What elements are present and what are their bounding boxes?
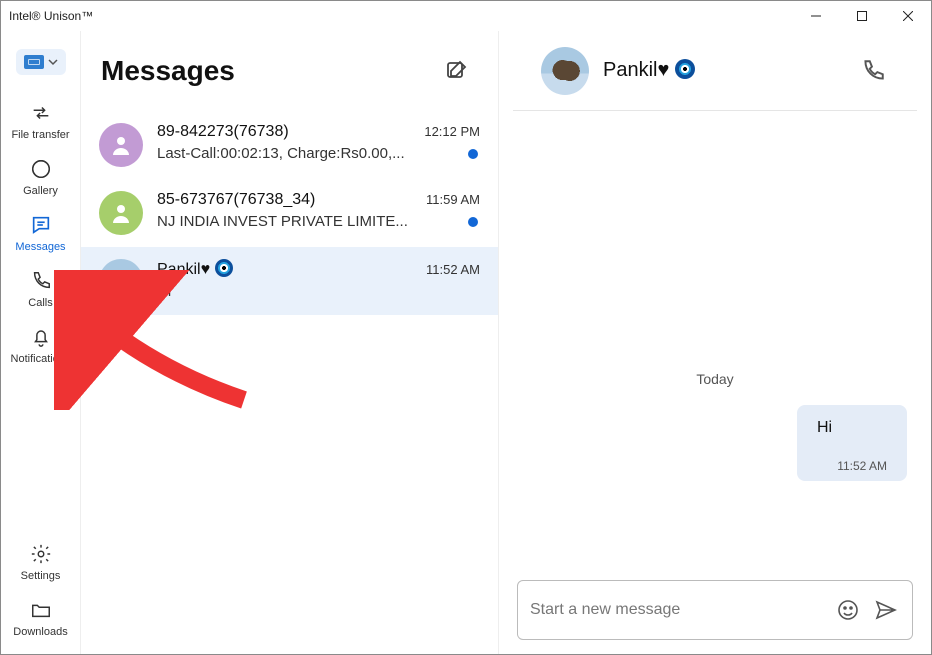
minimize-button[interactable] — [793, 1, 839, 31]
conversation-item[interactable]: 85-673767(76738_34) 11:59 AM NJ INDIA IN… — [81, 179, 498, 247]
sidebar: File transfer Gallery Messages Calls Not… — [1, 31, 81, 654]
sidebar-item-label: Settings — [21, 570, 61, 582]
sidebar-item-calls[interactable]: Calls — [6, 263, 76, 315]
send-button[interactable] — [872, 596, 900, 624]
chat-panel: Pankil♥ Today Hi 11:52 AM — [499, 31, 931, 654]
sidebar-item-label: File transfer — [11, 129, 69, 141]
chat-contact-name: Pankil♥ — [603, 59, 695, 82]
message-input[interactable] — [530, 601, 824, 619]
sidebar-item-label: Calls — [28, 297, 52, 309]
gallery-icon — [29, 157, 53, 181]
chevron-down-icon — [48, 57, 58, 67]
device-icon — [24, 55, 44, 69]
compose-button[interactable] — [442, 57, 470, 85]
message-text: Hi — [817, 419, 887, 437]
messages-panel: Messages 89-842273(76738) 12:12 PM Last-… — [81, 31, 499, 654]
sidebar-item-label: Downloads — [13, 626, 67, 638]
message-time: 11:52 AM — [817, 459, 887, 473]
conversation-item[interactable]: Pankil♥ 11:52 AM Hi — [81, 247, 498, 315]
messages-icon — [29, 213, 53, 237]
window-title: Intel® Unison™ — [9, 9, 93, 23]
conversation-item[interactable]: 89-842273(76738) 12:12 PM Last-Call:00:0… — [81, 111, 498, 179]
emoji-button[interactable] — [834, 596, 862, 624]
calls-icon — [29, 269, 53, 293]
file-transfer-icon — [29, 101, 53, 125]
unread-indicator — [468, 149, 478, 159]
call-button[interactable] — [857, 55, 889, 87]
conversation-preview: Hi — [157, 283, 171, 300]
day-separator: Today — [523, 371, 907, 387]
device-selector[interactable] — [16, 49, 66, 75]
conversation-name: Pankil♥ — [157, 259, 233, 279]
window-titlebar: Intel® Unison™ — [1, 1, 931, 31]
sidebar-item-gallery[interactable]: Gallery — [6, 151, 76, 203]
chat-avatar — [541, 47, 589, 95]
settings-icon — [29, 542, 53, 566]
avatar — [99, 259, 143, 303]
conversation-time: 12:12 PM — [416, 124, 480, 139]
outgoing-message: Hi 11:52 AM — [797, 405, 907, 481]
message-composer[interactable] — [517, 580, 913, 640]
conversation-time: 11:52 AM — [418, 262, 480, 277]
nazar-icon — [675, 59, 695, 79]
conversation-name: 89-842273(76738) — [157, 123, 289, 141]
unread-indicator — [468, 217, 478, 227]
conversation-preview: Last-Call:00:02:13, Charge:Rs0.00,... — [157, 145, 405, 162]
sidebar-item-messages[interactable]: Messages — [6, 207, 76, 259]
avatar — [99, 123, 143, 167]
conversation-name: 85-673767(76738_34) — [157, 191, 315, 209]
close-button[interactable] — [885, 1, 931, 31]
avatar — [99, 191, 143, 235]
sidebar-item-settings[interactable]: Settings — [6, 536, 76, 588]
sidebar-item-notifications[interactable]: Notifications — [6, 319, 76, 371]
sidebar-item-downloads[interactable]: Downloads — [6, 592, 76, 644]
nazar-icon — [215, 259, 233, 277]
conversation-preview: NJ INDIA INVEST PRIVATE LIMITE... — [157, 213, 408, 230]
maximize-button[interactable] — [839, 1, 885, 31]
sidebar-item-label: Notifications — [11, 353, 71, 365]
sidebar-item-label: Messages — [15, 241, 65, 253]
conversation-time: 11:59 AM — [418, 192, 480, 207]
sidebar-item-label: Gallery — [23, 185, 58, 197]
downloads-icon — [29, 598, 53, 622]
sidebar-item-file-transfer[interactable]: File transfer — [6, 95, 76, 147]
messages-header: Messages — [101, 55, 235, 87]
notifications-icon — [29, 325, 53, 349]
